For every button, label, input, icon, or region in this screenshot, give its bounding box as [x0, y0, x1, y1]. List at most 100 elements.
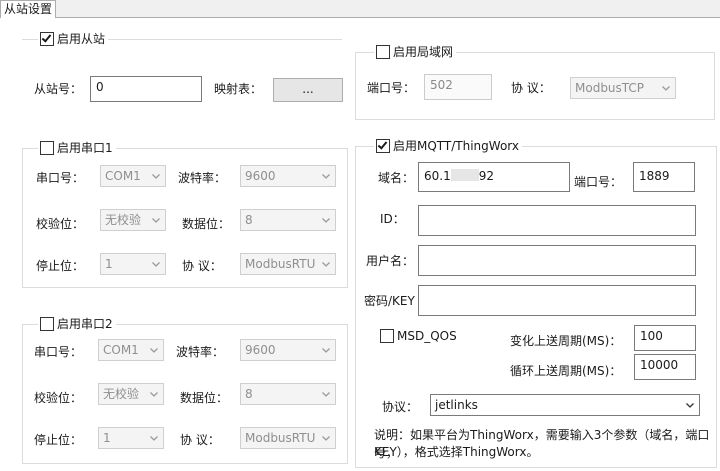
serial1-stopbits-value: 1: [105, 257, 113, 271]
mqtt-id-input[interactable]: [418, 205, 696, 236]
chevron-down-icon: [152, 218, 160, 223]
serial2-parity-value: 无校验: [103, 387, 140, 401]
lan-port-input[interactable]: 502: [424, 74, 492, 100]
mqtt-domain-label: 域名：: [378, 171, 415, 185]
serial1-baud-value: 9600: [245, 169, 276, 183]
mqtt-cycle-period-input[interactable]: 10000: [634, 354, 696, 380]
chevron-down-icon: [322, 348, 330, 353]
serial1-protocol-value: ModbusRTU: [245, 257, 316, 271]
serial1-enable-label: 启用串口1: [57, 141, 113, 155]
serial2-protocol-value: ModbusRTU: [245, 431, 316, 445]
mqtt-enable-toggle[interactable]: 启用MQTT/ThingWorx: [374, 138, 523, 154]
chevron-down-icon: [686, 403, 694, 408]
serial1-parity-value: 无校验: [105, 213, 142, 227]
serial2-baud-select[interactable]: 9600: [240, 339, 336, 361]
serial2-enable-toggle[interactable]: 启用串口2: [38, 316, 116, 332]
chevron-down-icon: [150, 436, 158, 441]
serial1-enable-checkbox[interactable]: [40, 141, 54, 155]
serial1-parity-select[interactable]: 无校验: [100, 209, 166, 231]
serial2-stopbits-value: 1: [103, 431, 111, 445]
serial1-port-select[interactable]: COM1: [100, 165, 166, 187]
serial2-databits-value: 8: [245, 387, 253, 401]
mqtt-protocol-select[interactable]: jetlinks: [430, 394, 700, 416]
serial2-stopbits-label: 停止位：: [34, 433, 83, 447]
lan-port-label: 端口号：: [367, 81, 416, 95]
serial2-parity-label: 校验位：: [34, 391, 83, 405]
serial1-protocol-select[interactable]: ModbusRTU: [240, 253, 336, 275]
serial1-port-value: COM1: [105, 169, 141, 183]
mqtt-qos-checkbox[interactable]: [380, 329, 394, 343]
chevron-down-icon: [152, 174, 160, 179]
mqtt-protocol-value: jetlinks: [435, 398, 478, 412]
mqtt-protocol-label: 协议：: [382, 400, 419, 414]
map-table-button[interactable]: ...: [273, 78, 343, 102]
mqtt-domain-suffix: 92: [478, 169, 494, 183]
serial2-baud-value: 9600: [245, 343, 276, 357]
lan-protocol-select[interactable]: ModbusTCP: [570, 77, 676, 99]
serial2-parity-select[interactable]: 无校验: [98, 383, 164, 405]
chevron-down-icon: [150, 348, 158, 353]
mqtt-password-label: 密码/KEY: [364, 294, 415, 308]
chevron-down-icon: [150, 392, 158, 397]
chevron-down-icon: [322, 218, 330, 223]
slave-enable-toggle[interactable]: 启用从站: [38, 31, 109, 47]
chevron-down-icon: [152, 262, 160, 267]
mqtt-username-label: 用户名：: [366, 254, 415, 268]
mqtt-port-input[interactable]: 1889: [633, 162, 695, 192]
lan-protocol-label: 协 议：: [511, 81, 551, 95]
chevron-down-icon: [322, 262, 330, 267]
lan-enable-checkbox[interactable]: [376, 45, 390, 59]
mqtt-username-input[interactable]: [418, 245, 696, 276]
slave-enable-label: 启用从站: [57, 32, 106, 46]
slave-id-input[interactable]: 0: [90, 76, 202, 102]
serial1-baud-label: 波特率：: [178, 171, 227, 185]
serial1-databits-value: 8: [245, 213, 253, 227]
lan-enable-label: 启用局域网: [393, 45, 454, 59]
map-table-label: 映射表：: [214, 82, 263, 96]
mqtt-id-label: ID：: [380, 212, 405, 226]
serial2-port-select[interactable]: COM1: [98, 339, 164, 361]
mqtt-password-input[interactable]: [418, 285, 696, 316]
mqtt-qos-toggle[interactable]: MSD_QOS: [380, 328, 457, 344]
mqtt-domain-prefix: 60.1: [424, 169, 451, 183]
serial2-stopbits-select[interactable]: 1: [98, 427, 164, 449]
slave-enable-checkbox[interactable]: [40, 32, 54, 46]
mqtt-cycle-period-label: 循环上送周期(MS)：: [510, 364, 622, 378]
lan-enable-toggle[interactable]: 启用局域网: [374, 44, 457, 60]
chevron-down-icon: [322, 436, 330, 441]
serial2-databits-select[interactable]: 8: [240, 383, 336, 405]
redaction-mask: [450, 169, 479, 181]
serial2-port-value: COM1: [103, 343, 139, 357]
serial2-protocol-select[interactable]: ModbusRTU: [240, 427, 336, 449]
mqtt-qos-label: MSD_QOS: [397, 329, 457, 343]
serial2-enable-checkbox[interactable]: [40, 317, 54, 331]
slave-id-label: 从站号：: [34, 82, 83, 96]
tab-strip: [0, 0, 720, 18]
serial1-baud-select[interactable]: 9600: [240, 165, 336, 187]
serial1-protocol-label: 协 议：: [182, 259, 222, 273]
mqtt-change-period-input[interactable]: 100: [634, 325, 696, 351]
serial1-port-label: 串口号：: [36, 171, 85, 185]
serial2-baud-label: 波特率：: [176, 345, 225, 359]
mqtt-enable-checkbox[interactable]: [376, 139, 390, 153]
lan-protocol-value: ModbusTCP: [575, 81, 645, 95]
serial1-stopbits-select[interactable]: 1: [100, 253, 166, 275]
serial1-databits-select[interactable]: 8: [240, 209, 336, 231]
serial2-protocol-label: 协 议：: [180, 433, 220, 447]
mqtt-enable-label: 启用MQTT/ThingWorx: [393, 139, 520, 153]
serial2-port-label: 串口号：: [34, 345, 83, 359]
mqtt-port-label: 端口号：: [574, 175, 623, 189]
tab-slave-settings[interactable]: 从站设置: [0, 0, 56, 19]
mqtt-note-line2: KEY），格式选择ThingWorx。: [374, 445, 539, 459]
mqtt-change-period-label: 变化上送周期(MS)：: [510, 334, 622, 348]
mqtt-domain-input[interactable]: 60.1 92: [418, 162, 570, 192]
serial2-databits-label: 数据位：: [180, 391, 229, 405]
serial1-databits-label: 数据位：: [182, 217, 231, 231]
chevron-down-icon: [322, 174, 330, 179]
serial1-stopbits-label: 停止位：: [36, 259, 85, 273]
serial1-enable-toggle[interactable]: 启用串口1: [38, 140, 116, 156]
serial1-parity-label: 校验位：: [36, 217, 85, 231]
chevron-down-icon: [662, 86, 670, 91]
serial2-enable-label: 启用串口2: [57, 317, 113, 331]
chevron-down-icon: [322, 392, 330, 397]
